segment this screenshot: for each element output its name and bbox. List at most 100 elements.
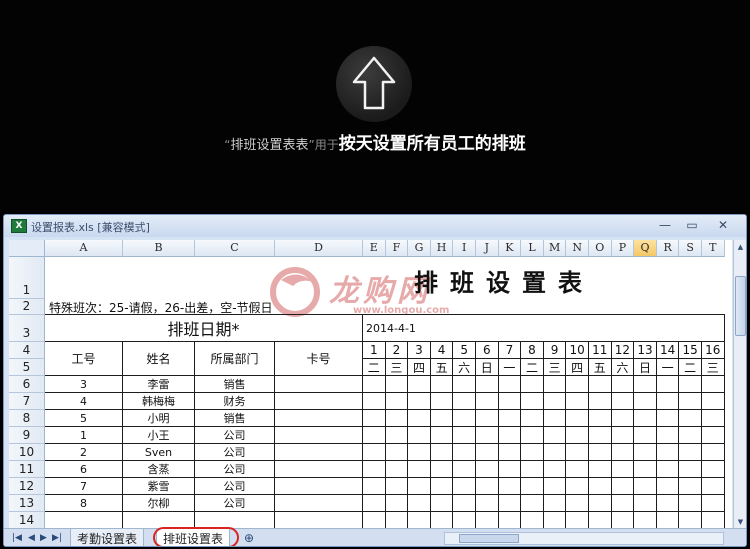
- schedule-cell[interactable]: [453, 495, 476, 512]
- employee-name-cell[interactable]: 含蒸: [123, 461, 195, 478]
- card-number-cell[interactable]: [275, 376, 363, 393]
- schedule-cell[interactable]: [589, 410, 612, 427]
- schedule-cell[interactable]: [385, 393, 409, 410]
- employee-dept-cell[interactable]: 公司: [195, 478, 275, 495]
- schedule-cell[interactable]: [543, 478, 567, 495]
- schedule-cell[interactable]: [453, 393, 476, 410]
- column-header[interactable]: D: [275, 240, 363, 257]
- column-header[interactable]: E: [363, 240, 386, 257]
- scroll-down-icon[interactable]: ▼: [735, 516, 746, 528]
- card-number-cell[interactable]: [275, 461, 363, 478]
- vertical-scroll-thumb[interactable]: [735, 276, 746, 336]
- schedule-cell[interactable]: [656, 444, 680, 461]
- schedule-cell[interactable]: [589, 444, 612, 461]
- employee-name-cell[interactable]: 李雷: [123, 376, 195, 393]
- schedule-cell[interactable]: [385, 478, 409, 495]
- column-header[interactable]: N: [566, 240, 589, 257]
- schedule-cell[interactable]: [656, 461, 680, 478]
- schedule-cell[interactable]: [566, 376, 589, 393]
- schedule-cell[interactable]: [656, 427, 680, 444]
- schedule-cell[interactable]: [656, 376, 680, 393]
- column-header[interactable]: T: [702, 240, 725, 257]
- schedule-cell[interactable]: [656, 512, 680, 529]
- card-number-cell[interactable]: [275, 393, 363, 410]
- employee-id-cell[interactable]: 7: [45, 478, 123, 495]
- schedule-cell[interactable]: [498, 512, 522, 529]
- schedule-cell[interactable]: [453, 376, 476, 393]
- schedule-cell[interactable]: [385, 376, 409, 393]
- schedule-cell[interactable]: [589, 512, 612, 529]
- employee-dept-cell[interactable]: 公司: [195, 495, 275, 512]
- schedule-cell[interactable]: [498, 444, 522, 461]
- column-header[interactable]: H: [430, 240, 454, 257]
- schedule-cell[interactable]: [476, 512, 499, 529]
- schedule-cell[interactable]: [498, 410, 522, 427]
- schedule-cell[interactable]: [566, 410, 589, 427]
- employee-name-cell[interactable]: Sven: [123, 444, 195, 461]
- insert-sheet-icon[interactable]: ⊕: [244, 531, 254, 545]
- column-header[interactable]: K: [498, 240, 522, 257]
- schedule-cell[interactable]: [476, 393, 499, 410]
- card-number-cell[interactable]: [275, 427, 363, 444]
- schedule-cell[interactable]: [679, 461, 702, 478]
- schedule-cell[interactable]: [611, 410, 635, 427]
- column-header[interactable]: R: [656, 240, 680, 257]
- row-header[interactable]: 11: [9, 461, 45, 478]
- schedule-cell[interactable]: [679, 410, 702, 427]
- row-header[interactable]: 13: [9, 495, 45, 512]
- schedule-cell[interactable]: [498, 376, 522, 393]
- employee-id-cell[interactable]: 5: [45, 410, 123, 427]
- schedule-cell[interactable]: [589, 478, 612, 495]
- schedule-cell[interactable]: [679, 393, 702, 410]
- schedule-cell[interactable]: [363, 376, 386, 393]
- schedule-cell[interactable]: [408, 393, 431, 410]
- schedule-cell[interactable]: [543, 512, 567, 529]
- row-header[interactable]: 8: [9, 410, 45, 427]
- schedule-cell[interactable]: [702, 376, 725, 393]
- employee-name-cell[interactable]: 韩梅梅: [123, 393, 195, 410]
- schedule-cell[interactable]: [430, 427, 454, 444]
- column-header[interactable]: I: [453, 240, 476, 257]
- schedule-cell[interactable]: [363, 410, 386, 427]
- column-header[interactable]: B: [123, 240, 195, 257]
- employee-name-cell[interactable]: 小王: [123, 427, 195, 444]
- row-header[interactable]: 5: [9, 359, 45, 376]
- schedule-cell[interactable]: [408, 427, 431, 444]
- column-header[interactable]: J: [476, 240, 499, 257]
- schedule-cell[interactable]: [476, 427, 499, 444]
- schedule-cell[interactable]: [634, 512, 657, 529]
- schedule-cell[interactable]: [430, 478, 454, 495]
- schedule-cell[interactable]: [385, 512, 409, 529]
- schedule-cell[interactable]: [385, 427, 409, 444]
- employee-dept-cell[interactable]: 公司: [195, 444, 275, 461]
- next-sheet-icon[interactable]: ▶: [40, 533, 47, 543]
- schedule-cell[interactable]: [521, 427, 544, 444]
- schedule-cell[interactable]: [453, 478, 476, 495]
- schedule-cell[interactable]: [634, 495, 657, 512]
- row-header[interactable]: 12: [9, 478, 45, 495]
- schedule-cell[interactable]: [408, 461, 431, 478]
- row-header[interactable]: 14: [9, 512, 45, 529]
- row-header[interactable]: 4: [9, 342, 45, 359]
- column-header[interactable]: S: [679, 240, 702, 257]
- schedule-cell[interactable]: [453, 444, 476, 461]
- column-header[interactable]: F: [385, 240, 409, 257]
- schedule-cell[interactable]: [430, 393, 454, 410]
- schedule-cell[interactable]: [634, 393, 657, 410]
- schedule-cell[interactable]: [656, 478, 680, 495]
- row-header[interactable]: 7: [9, 393, 45, 410]
- schedule-cell[interactable]: [656, 393, 680, 410]
- card-number-cell[interactable]: [275, 478, 363, 495]
- empty-cell[interactable]: [45, 512, 123, 529]
- schedule-cell[interactable]: [408, 495, 431, 512]
- column-header[interactable]: Q: [634, 240, 657, 257]
- horizontal-scrollbar[interactable]: [444, 532, 724, 545]
- schedule-cell[interactable]: [453, 512, 476, 529]
- schedule-cell[interactable]: [430, 376, 454, 393]
- schedule-cell[interactable]: [521, 393, 544, 410]
- row-header[interactable]: 1: [9, 257, 45, 299]
- close-button[interactable]: ✕: [710, 217, 736, 233]
- row-header[interactable]: 2: [9, 299, 45, 315]
- card-number-cell[interactable]: [275, 410, 363, 427]
- schedule-cell[interactable]: [634, 376, 657, 393]
